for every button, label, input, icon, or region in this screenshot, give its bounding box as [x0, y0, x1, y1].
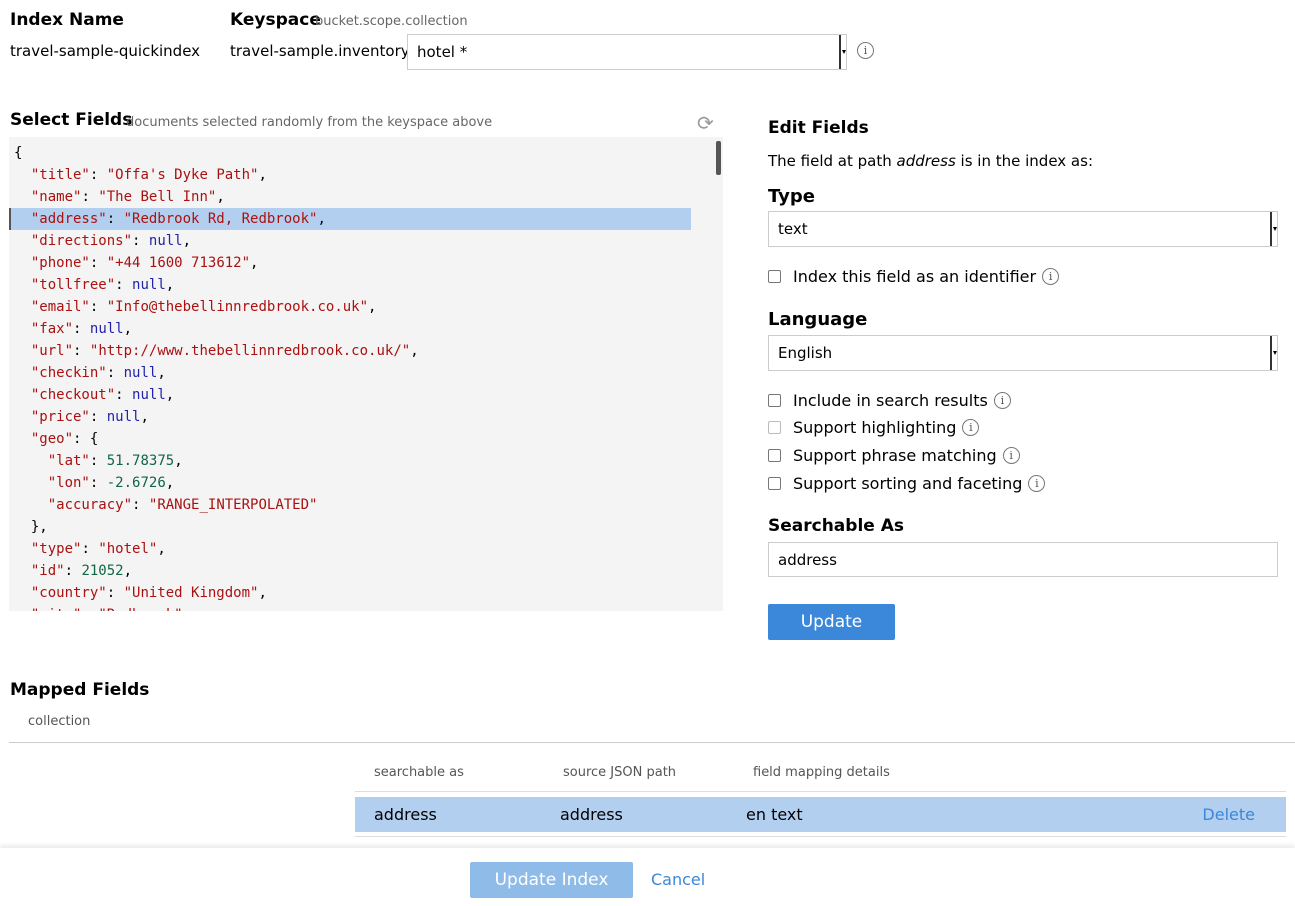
sorting-faceting-label: Support sorting and faceting — [793, 473, 1023, 493]
json-line[interactable]: "geo": { — [9, 428, 691, 450]
mapped-fields-title: Mapped Fields — [10, 680, 150, 700]
json-line[interactable]: "checkout": null, — [9, 384, 691, 406]
info-icon[interactable]: i — [1028, 474, 1046, 492]
index-name-label: Index Name — [10, 10, 124, 30]
desc-prefix: The field at path — [768, 152, 897, 170]
cancel-link[interactable]: Cancel — [651, 870, 705, 889]
phrase-matching-checkbox[interactable] — [768, 448, 781, 462]
desc-path: address — [896, 152, 956, 170]
chevron-down-icon[interactable] — [839, 35, 846, 69]
info-icon[interactable]: i — [857, 42, 874, 59]
json-line[interactable]: "lon": -2.6726, — [9, 472, 691, 494]
json-line[interactable]: "directions": null, — [9, 230, 691, 252]
footer-bar — [0, 848, 1295, 906]
highlighting-label: Support highlighting — [793, 417, 957, 437]
keyspace-collection-select[interactable]: hotel * — [407, 34, 847, 70]
include-results-label: Include in search results — [793, 390, 988, 410]
json-line[interactable]: "checkin": null, — [9, 362, 691, 384]
sorting-faceting-checkbox[interactable] — [768, 476, 781, 490]
column-header-source-path: source JSON path — [563, 765, 677, 780]
keyspace-hint: bucket.scope.collection — [315, 14, 468, 29]
identifier-checkbox-row[interactable]: Index this field as an identifier i — [768, 265, 1060, 287]
json-scrollbar-thumb[interactable] — [716, 141, 721, 175]
json-line[interactable]: "accuracy": "RANGE_INTERPOLATED" — [9, 494, 691, 516]
json-line[interactable]: "title": "Offa's Dyke Path", — [9, 164, 691, 186]
sorting-faceting-row[interactable]: Support sorting and faceting i — [768, 472, 1046, 494]
select-fields-hint: documents selected randomly from the key… — [126, 115, 493, 130]
select-fields-title: Select Fields — [10, 110, 133, 130]
json-line[interactable]: "type": "hotel", — [9, 538, 691, 560]
language-select[interactable]: English — [768, 335, 1278, 371]
chevron-down-icon[interactable] — [1270, 336, 1277, 370]
json-line[interactable]: "country": "United Kingdom", — [9, 582, 691, 604]
keyspace-collection-value: hotel * — [417, 43, 468, 61]
info-icon[interactable]: i — [993, 391, 1011, 409]
language-value: English — [778, 344, 833, 362]
searchable-as-value: address — [778, 551, 837, 569]
json-line[interactable]: "tollfree": null, — [9, 274, 691, 296]
info-icon[interactable]: i — [962, 418, 980, 436]
info-icon[interactable]: i — [1002, 446, 1020, 464]
json-line[interactable]: "phone": "+44 1600 713612", — [9, 252, 691, 274]
highlighting-row[interactable]: Support highlighting i — [768, 416, 980, 438]
info-icon[interactable]: i — [1042, 267, 1060, 285]
searchable-as-label: Searchable As — [768, 516, 904, 536]
index-name-value: travel-sample-quickindex — [10, 42, 201, 60]
update-index-button[interactable]: Update Index — [470, 862, 633, 898]
json-line[interactable]: { — [9, 142, 691, 164]
json-line[interactable]: "url": "http://www.thebellinnredbrook.co… — [9, 340, 691, 362]
include-results-checkbox[interactable] — [768, 393, 781, 407]
divider — [355, 836, 1286, 837]
column-header-mapping-details: field mapping details — [753, 765, 890, 780]
refresh-icon[interactable]: ⟳ — [697, 111, 714, 135]
include-results-row[interactable]: Include in search results i — [768, 389, 1011, 411]
json-line[interactable]: "price": null, — [9, 406, 691, 428]
type-value: text — [778, 220, 808, 238]
delete-link[interactable]: Delete — [1202, 805, 1255, 824]
type-label: Type — [768, 186, 815, 207]
json-line[interactable]: "fax": null, — [9, 318, 691, 340]
edit-fields-title: Edit Fields — [768, 118, 869, 138]
edit-fields-description: The field at path address is in the inde… — [768, 152, 1093, 170]
highlighting-checkbox[interactable] — [768, 420, 781, 434]
cell-source-path: address — [560, 805, 623, 824]
json-line[interactable]: "name": "The Bell Inn", — [9, 186, 691, 208]
phrase-matching-label: Support phrase matching — [793, 445, 997, 465]
desc-suffix: is in the index as: — [955, 152, 1093, 170]
table-row[interactable]: address address en text Delete — [355, 797, 1286, 832]
divider — [9, 742, 1295, 743]
tab-collection[interactable]: collection — [28, 714, 90, 729]
update-button[interactable]: Update — [768, 604, 895, 640]
divider — [355, 791, 1286, 792]
searchable-as-input[interactable]: address — [768, 542, 1278, 577]
json-line-highlighted[interactable]: "address": "Redbrook Rd, Redbrook", — [9, 208, 691, 230]
column-header-searchable-as: searchable as — [374, 765, 464, 780]
identifier-label: Index this field as an identifier — [793, 266, 1037, 286]
keyspace-prefix: travel-sample.inventory. — [230, 42, 413, 60]
json-line[interactable]: "lat": 51.78375, — [9, 450, 691, 472]
cell-mapping-details: en text — [746, 805, 803, 824]
keyspace-label: Keyspace — [230, 10, 321, 30]
chevron-down-icon[interactable] — [1270, 212, 1277, 246]
json-line[interactable]: "email": "Info@thebellinnredbrook.co.uk"… — [9, 296, 691, 318]
json-line[interactable]: "id": 21052, — [9, 560, 691, 582]
language-label: Language — [768, 309, 868, 330]
json-line[interactable]: }, — [9, 516, 691, 538]
phrase-matching-row[interactable]: Support phrase matching i — [768, 444, 1020, 466]
cell-searchable-as: address — [374, 805, 437, 824]
json-line[interactable]: "city": "Redbrook", — [9, 604, 691, 611]
json-document-viewer[interactable]: { "title": "Offa's Dyke Path", "name": "… — [9, 137, 723, 611]
identifier-checkbox[interactable] — [768, 269, 781, 283]
type-select[interactable]: text — [768, 211, 1278, 247]
